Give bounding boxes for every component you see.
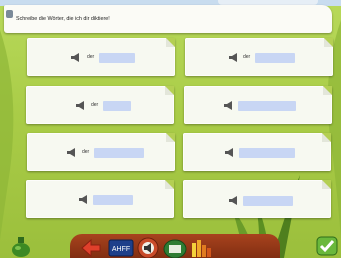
- check-icon[interactable]: [316, 236, 338, 256]
- article-label: der: [243, 54, 251, 60]
- article-label: der: [91, 102, 99, 108]
- word-card-1: der: [27, 38, 175, 76]
- answer-field[interactable]: [238, 101, 296, 111]
- answer-field[interactable]: [94, 148, 144, 158]
- word-card-4: [184, 86, 332, 124]
- speaker-icon[interactable]: [229, 196, 240, 205]
- card-fold: [166, 38, 175, 47]
- card-fold: [166, 133, 175, 142]
- instruction-banner: Schreibe die Wörter, die ich dir diktier…: [4, 5, 332, 33]
- answer-field[interactable]: [239, 148, 295, 158]
- answer-field[interactable]: [93, 195, 133, 205]
- bottle-icon[interactable]: [10, 236, 32, 258]
- sound-bars-icon[interactable]: [191, 237, 213, 258]
- word-card-5: der: [27, 133, 175, 171]
- speaker-icon[interactable]: [79, 195, 90, 204]
- speaker-icon[interactable]: [76, 101, 87, 110]
- speaker-icon[interactable]: [225, 148, 236, 157]
- word-card-2: der: [185, 38, 333, 76]
- word-card-8: [183, 180, 331, 218]
- card-fold: [322, 180, 331, 189]
- card-fold: [165, 86, 174, 95]
- answer-field[interactable]: [255, 53, 295, 63]
- article-label: der: [87, 54, 95, 60]
- word-card-6: [183, 133, 331, 171]
- card-fold: [324, 38, 333, 47]
- keyboard-icon[interactable]: AHFF: [108, 239, 134, 257]
- word-card-7: [26, 180, 174, 218]
- card-fold: [322, 133, 331, 142]
- answer-field[interactable]: [99, 53, 135, 63]
- printer-icon[interactable]: [163, 237, 187, 258]
- card-fold: [165, 180, 174, 189]
- article-label: der: [82, 149, 90, 155]
- speaker-icon[interactable]: [67, 148, 78, 157]
- keyboard-label: AHFF: [112, 246, 130, 253]
- speaker-icon[interactable]: [229, 53, 240, 62]
- instruction-text: Schreibe die Wörter, die ich dir diktier…: [16, 16, 110, 22]
- word-card-3: der: [26, 86, 174, 124]
- exercise-stage: Schreibe die Wörter, die ich dir diktier…: [0, 0, 341, 258]
- card-fold: [323, 86, 332, 95]
- speaker-icon[interactable]: [224, 101, 235, 110]
- answer-field[interactable]: [103, 101, 131, 111]
- answer-field[interactable]: [243, 196, 293, 206]
- speaker-icon[interactable]: [137, 237, 159, 258]
- speaker-icon[interactable]: [71, 53, 82, 62]
- pin-icon: [6, 10, 13, 18]
- back-arrow-icon[interactable]: [80, 238, 102, 258]
